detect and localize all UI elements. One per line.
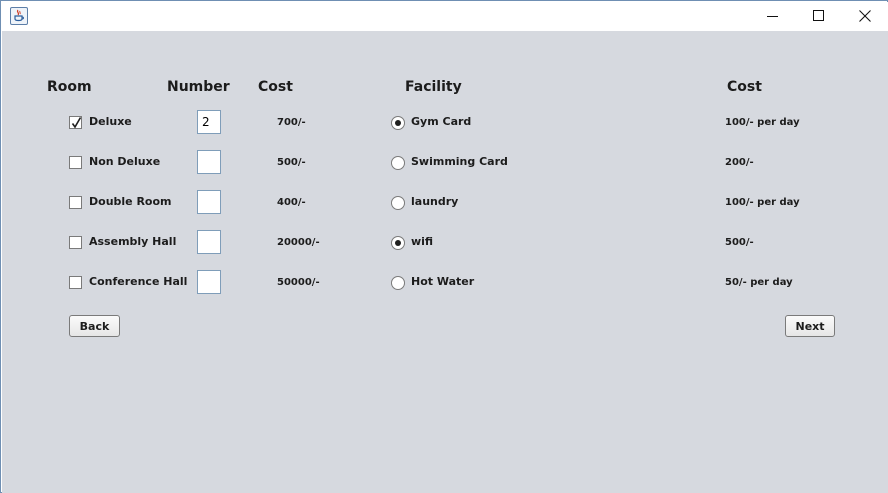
room-checkbox-conference-hall[interactable]: [69, 276, 82, 289]
title-bar[interactable]: [2, 2, 888, 31]
close-button[interactable]: [842, 2, 888, 31]
facility-radio-wifi[interactable]: [391, 236, 405, 250]
minimize-icon: [767, 16, 778, 17]
radio-selected-dot: [395, 240, 401, 246]
room-cost-non-deluxe: 500/-: [277, 157, 306, 168]
room-checkbox-double-room[interactable]: [69, 196, 82, 209]
room-number-field-double-room[interactable]: [197, 190, 221, 214]
room-number-field-non-deluxe[interactable]: [197, 150, 221, 174]
facility-cost-hot-water: 50/- per day: [725, 277, 793, 288]
application-window: Room Number Cost Facility Cost Deluxe 70…: [0, 0, 888, 493]
facility-cost-swimming-card: 200/-: [725, 157, 754, 168]
room-label-conference-hall: Conference Hall: [89, 275, 188, 288]
room-label-non-deluxe: Non Deluxe: [89, 155, 161, 168]
room-label-assembly-hall: Assembly Hall: [89, 235, 177, 248]
facility-label-hot-water: Hot Water: [411, 275, 475, 288]
next-button[interactable]: Next: [785, 315, 835, 337]
facility-label-swimming-card: Swimming Card: [411, 155, 508, 168]
facility-label-laundry: laundry: [411, 195, 459, 208]
facility-radio-swimming-card[interactable]: [391, 156, 405, 170]
java-coffee-icon: [10, 7, 28, 25]
room-cost-double-room: 400/-: [277, 197, 306, 208]
room-number-field-deluxe[interactable]: [197, 110, 221, 134]
room-cost-deluxe: 700/-: [277, 117, 306, 128]
facility-cost-laundry: 100/- per day: [725, 197, 800, 208]
facility-cost-gym-card: 100/- per day: [725, 117, 800, 128]
room-cost-conference-hall: 50000/-: [277, 277, 320, 288]
room-checkbox-deluxe[interactable]: [69, 116, 82, 129]
header-facility: Facility: [405, 79, 462, 95]
room-label-double-room: Double Room: [89, 195, 172, 208]
checkmark-icon: [71, 117, 82, 129]
minimize-button[interactable]: [750, 2, 796, 31]
facility-radio-laundry[interactable]: [391, 196, 405, 210]
close-icon: [859, 10, 871, 22]
facility-cost-wifi: 500/-: [725, 237, 754, 248]
room-cost-assembly-hall: 20000/-: [277, 237, 320, 248]
room-label-deluxe: Deluxe: [89, 115, 132, 128]
room-checkbox-non-deluxe[interactable]: [69, 156, 82, 169]
booking-panel: Room Number Cost Facility Cost Deluxe 70…: [2, 31, 888, 493]
header-facility-cost: Cost: [727, 79, 762, 95]
back-button[interactable]: Back: [69, 315, 120, 337]
facility-label-gym-card: Gym Card: [411, 115, 472, 128]
radio-selected-dot: [395, 120, 401, 126]
facility-radio-hot-water[interactable]: [391, 276, 405, 290]
room-number-field-conference-hall[interactable]: [197, 270, 221, 294]
facility-label-wifi: wifi: [411, 235, 434, 248]
room-checkbox-assembly-hall[interactable]: [69, 236, 82, 249]
maximize-button[interactable]: [796, 2, 842, 31]
header-number: Number: [167, 79, 230, 95]
room-number-field-assembly-hall[interactable]: [197, 230, 221, 254]
facility-radio-gym-card[interactable]: [391, 116, 405, 130]
header-cost: Cost: [258, 79, 293, 95]
maximize-icon: [813, 10, 824, 21]
header-room: Room: [47, 79, 92, 95]
